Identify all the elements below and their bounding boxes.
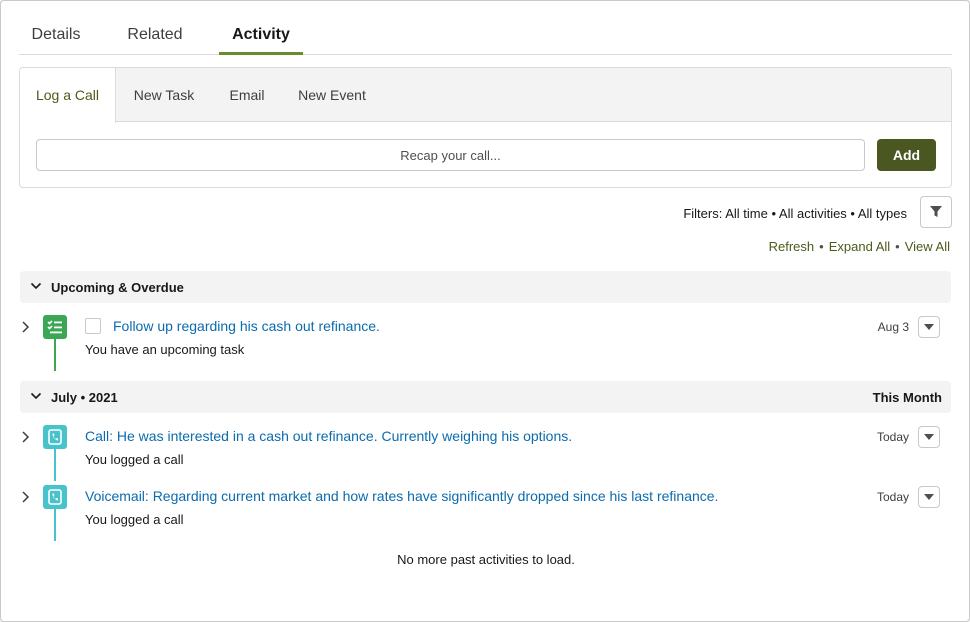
timeline-line xyxy=(54,339,56,371)
item-date: Aug 3 xyxy=(877,320,909,334)
refresh-link[interactable]: Refresh xyxy=(769,239,815,254)
item-menu-button[interactable] xyxy=(918,426,940,448)
chevron-right-icon[interactable] xyxy=(20,319,32,335)
tab-details[interactable]: Details xyxy=(19,15,93,55)
item-subtitle: You have an upcoming task xyxy=(85,342,245,357)
dropdown-icon xyxy=(924,324,934,330)
task-checkbox[interactable] xyxy=(85,318,101,334)
chevron-right-icon[interactable] xyxy=(20,429,32,445)
section-july-2021[interactable]: July • 2021 This Month xyxy=(20,381,951,413)
task-title-link[interactable]: Follow up regarding his cash out refinan… xyxy=(113,318,380,334)
item-date: Today xyxy=(876,490,909,504)
filter-button[interactable] xyxy=(920,196,952,228)
chevron-down-icon xyxy=(30,282,42,290)
item-menu-button[interactable] xyxy=(918,316,940,338)
timeline-line xyxy=(54,509,56,541)
item-date: Today xyxy=(876,430,909,444)
composer-tabs: Log a Call New Task Email New Event xyxy=(20,68,951,123)
recap-call-input[interactable] xyxy=(36,139,865,171)
section-upcoming-overdue[interactable]: Upcoming & Overdue xyxy=(20,271,951,303)
filter-icon xyxy=(930,206,942,217)
section-period: This Month xyxy=(872,390,942,405)
filters-summary: Filters: All time • All activities • All… xyxy=(683,206,907,221)
timeline-line xyxy=(54,449,56,481)
call-icon xyxy=(43,425,67,449)
chevron-right-icon[interactable] xyxy=(20,489,32,505)
section-title: July • 2021 xyxy=(51,390,118,405)
view-all-link[interactable]: View All xyxy=(905,239,950,254)
section-title: Upcoming & Overdue xyxy=(51,280,184,295)
chevron-down-icon xyxy=(30,392,42,400)
tab-new-task[interactable]: New Task xyxy=(116,68,212,122)
record-tabs: Details Related Activity xyxy=(19,15,952,55)
tab-related[interactable]: Related xyxy=(115,15,195,55)
task-icon xyxy=(43,315,67,339)
voicemail-title-link[interactable]: Voicemail: Regarding current market and … xyxy=(85,488,718,504)
tab-new-event[interactable]: New Event xyxy=(282,68,382,122)
tab-activity[interactable]: Activity xyxy=(219,15,303,55)
tab-email[interactable]: Email xyxy=(212,68,282,122)
no-more-activities-message: No more past activities to load. xyxy=(397,552,575,567)
timeline-item-task: Follow up regarding his cash out refinan… xyxy=(20,315,951,375)
timeline-item-call: Call: He was interested in a cash out re… xyxy=(20,425,951,485)
item-subtitle: You logged a call xyxy=(85,452,184,467)
separator: • xyxy=(819,239,824,254)
call-icon xyxy=(43,485,67,509)
call-title-link[interactable]: Call: He was interested in a cash out re… xyxy=(85,428,572,444)
activity-composer: Log a Call New Task Email New Event Add xyxy=(19,67,952,188)
activity-links: Refresh • Expand All • View All xyxy=(769,239,950,254)
dropdown-icon xyxy=(924,494,934,500)
expand-all-link[interactable]: Expand All xyxy=(829,239,890,254)
separator: • xyxy=(895,239,900,254)
dropdown-icon xyxy=(924,434,934,440)
item-subtitle: You logged a call xyxy=(85,512,184,527)
tab-log-a-call[interactable]: Log a Call xyxy=(20,68,116,123)
timeline-item-voicemail: Voicemail: Regarding current market and … xyxy=(20,485,951,545)
item-menu-button[interactable] xyxy=(918,486,940,508)
add-button[interactable]: Add xyxy=(877,139,936,171)
activity-card: Details Related Activity Log a Call New … xyxy=(0,0,970,622)
